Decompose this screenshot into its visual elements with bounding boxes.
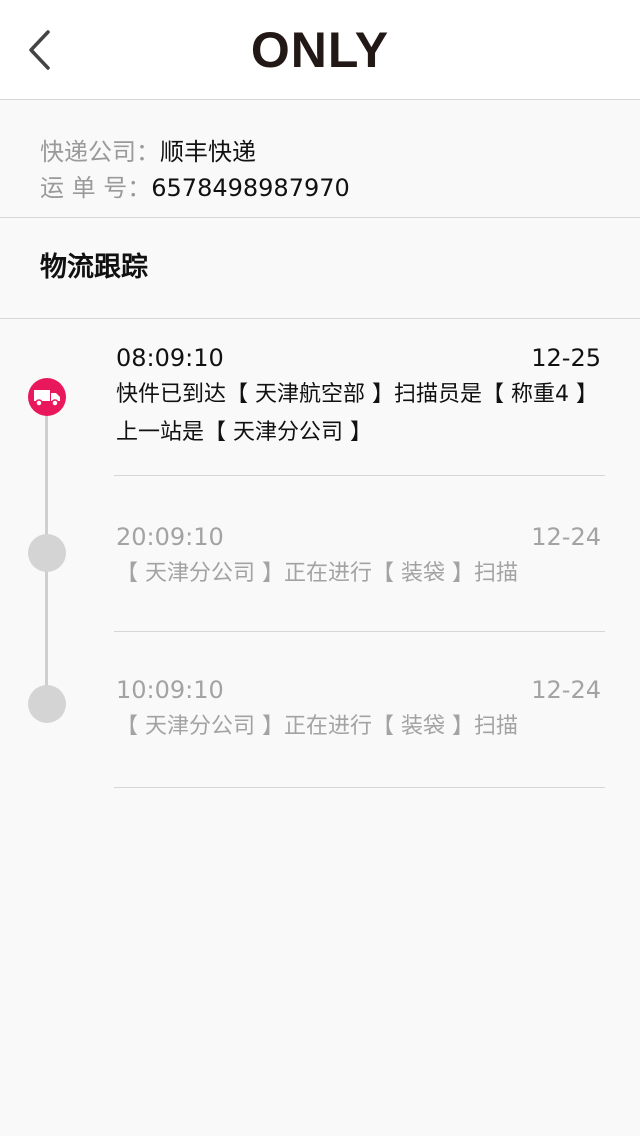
brand-logo: ONLY (250, 22, 390, 78)
event-header: 10:09:10 12-24 (114, 672, 605, 708)
event-time: 08:09:10 (116, 344, 224, 372)
timeline-node-current (28, 378, 66, 416)
divider (114, 475, 605, 476)
tracking-section-header: 物流跟踪 (0, 218, 640, 319)
event-description: 【 天津分公司 】正在进行【 装袋 】扫描 (116, 714, 518, 739)
event-date: 12-24 (531, 523, 601, 551)
event-description: 【 天津分公司 】正在进行【 装袋 】扫描 (116, 561, 518, 586)
carrier-value: 顺丰快递 (160, 138, 256, 166)
event-description: 上一站是【 天津分公司 】 (116, 420, 372, 445)
nav-header: ONLY (0, 0, 640, 100)
event-date: 12-25 (531, 344, 601, 372)
event-header: 20:09:10 12-24 (114, 519, 605, 555)
tracking-timeline: 08:09:10 12-25 快件已到达【 天津航空部 】扫描员是【 称重4 】… (0, 319, 640, 819)
carrier-row: 快递公司：顺丰快递 (40, 134, 256, 170)
event-time: 10:09:10 (116, 676, 224, 704)
divider (114, 631, 605, 632)
section-title: 物流跟踪 (40, 252, 148, 283)
tracking-number-value: 6578498987970 (151, 174, 350, 202)
timeline-node (28, 685, 66, 723)
event-date: 12-24 (531, 676, 601, 704)
tracking-event: 10:09:10 12-24 【 天津分公司 】正在进行【 装袋 】扫描 (114, 672, 605, 788)
tracking-number-label: 运 单 号： (40, 174, 152, 202)
event-time: 20:09:10 (116, 523, 224, 551)
truck-icon (34, 390, 60, 407)
tracking-number-row: 运 单 号：6578498987970 (40, 170, 350, 206)
tracking-event: 08:09:10 12-25 快件已到达【 天津航空部 】扫描员是【 称重4 】… (114, 340, 605, 476)
shipment-info: 快递公司：顺丰快递 运 单 号：6578498987970 (0, 100, 640, 218)
divider (114, 787, 605, 788)
timeline-node (28, 534, 66, 572)
carrier-label: 快递公司： (40, 138, 160, 166)
event-header: 08:09:10 12-25 (114, 340, 605, 376)
event-description: 快件已到达【 天津航空部 】扫描员是【 称重4 】 (116, 382, 598, 407)
tracking-event: 20:09:10 12-24 【 天津分公司 】正在进行【 装袋 】扫描 (114, 519, 605, 632)
